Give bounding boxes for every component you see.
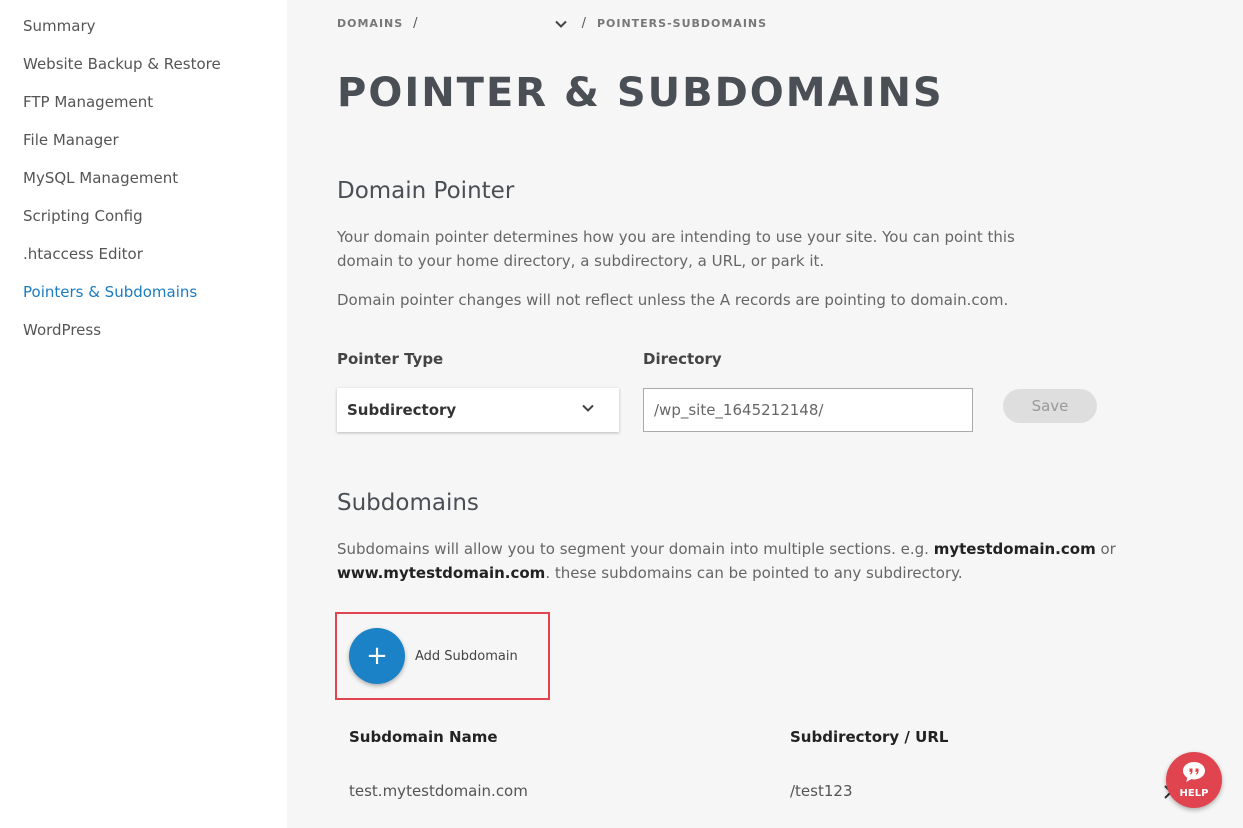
chat-bubble-icon [1182,761,1206,787]
subdomains-title: Subdomains [337,490,479,516]
domain-pointer-title: Domain Pointer [337,178,515,204]
column-header-subdomain-name: Subdomain Name [349,728,498,746]
breadcrumb-current: POINTERS-SUBDOMAINS [596,17,768,30]
sidebar-item-scripting-config[interactable]: Scripting Config [0,204,287,242]
sidebar-item-htaccess-editor[interactable]: .htaccess Editor [0,242,287,280]
table-row-subdirectory: /test123 [790,782,853,800]
breadcrumb-domains-link[interactable]: DOMAINS [337,17,403,30]
domain-pointer-note: Domain pointer changes will not reflect … [337,291,1009,309]
subdomains-description-text: Subdomains will allow you to segment you… [337,540,934,558]
sidebar-item-pointers-subdomains[interactable]: Pointers & Subdomains [0,280,287,318]
breadcrumb-separator: / [581,16,587,31]
directory-label: Directory [643,350,722,368]
pointer-type-value: Subdirectory [347,401,457,419]
plus-icon: + [366,641,388,671]
add-subdomain-button[interactable]: + [349,628,405,684]
sidebar-item-file-manager[interactable]: File Manager [0,128,287,166]
help-label: HELP [1179,788,1209,799]
domain-pointer-description: Your domain pointer determines how you a… [337,228,1015,270]
sidebar-item-website-backup-restore[interactable]: Website Backup & Restore [0,52,287,90]
sidebar-item-wordpress[interactable]: WordPress [0,318,287,356]
breadcrumb-separator: / [413,16,419,31]
add-subdomain-highlight: + Add Subdomain [335,612,550,700]
page-title: POINTER & SUBDOMAINS [337,70,944,116]
sidebar-nav: Summary Website Backup & Restore FTP Man… [0,0,287,356]
breadcrumb: DOMAINS / / POINTERS-SUBDOMAINS [337,16,767,31]
help-button[interactable]: HELP [1166,752,1222,808]
directory-input[interactable] [643,388,973,432]
sidebar-item-summary[interactable]: Summary [0,14,287,52]
pointer-type-select[interactable]: Subdirectory [337,388,619,432]
subdomains-example-1: mytestdomain.com [933,540,1096,558]
main-content: DOMAINS / / POINTERS-SUBDOMAINS POINTER … [287,0,1243,828]
add-subdomain-label[interactable]: Add Subdomain [415,649,518,664]
column-header-subdirectory-url: Subdirectory / URL [790,728,949,746]
domain-select-chevron-down-icon[interactable] [554,17,568,31]
chevron-down-icon [581,401,595,419]
subdomains-example-2: www.mytestdomain.com [337,564,546,582]
subdomains-description: Subdomains will allow you to segment you… [337,537,1157,585]
pointer-type-label: Pointer Type [337,350,444,368]
table-row-subdomain-name: test.mytestdomain.com [349,782,528,800]
sidebar-item-ftp-management[interactable]: FTP Management [0,90,287,128]
subdomains-description-text: . these subdomains can be pointed to any… [545,564,963,582]
save-button[interactable]: Save [1003,389,1097,423]
subdomains-description-text: or [1095,540,1116,558]
sidebar: Summary Website Backup & Restore FTP Man… [0,0,287,828]
sidebar-item-mysql-management[interactable]: MySQL Management [0,166,287,204]
